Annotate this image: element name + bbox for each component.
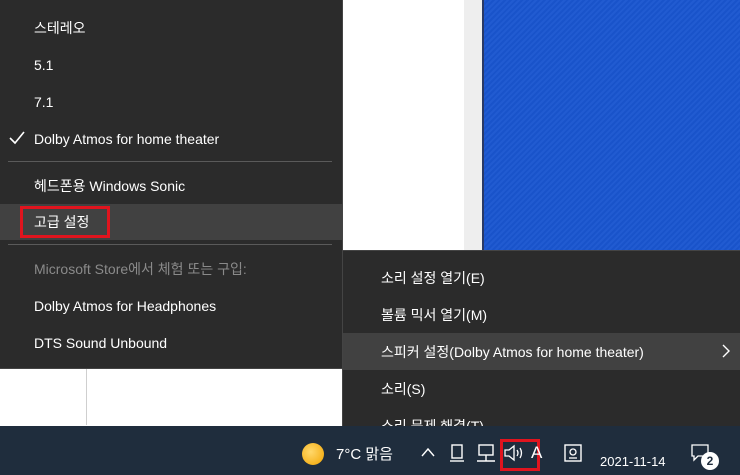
menu-item-label: 스테레오 [34, 20, 86, 36]
menu-item-dts-sound-unbound[interactable]: DTS Sound Unbound [0, 325, 342, 361]
menu-item-windows-sonic[interactable]: 헤드폰용 Windows Sonic [0, 168, 342, 204]
menu-item-open-volume-mixer[interactable]: 볼륨 믹서 열기(M) [343, 296, 740, 333]
device-icon[interactable] [448, 443, 466, 463]
menu-item-stereo[interactable]: 스테레오 [0, 10, 342, 46]
menu-item-label: Dolby Atmos for home theater [34, 131, 220, 147]
notification-count-badge: 2 [701, 452, 719, 470]
background-window-lower [0, 369, 342, 425]
sun-icon[interactable] [302, 443, 324, 465]
store-header-label: Microsoft Store에서 체험 또는 구입: [34, 261, 247, 277]
clock-date[interactable]: 2021-11-14 [600, 454, 666, 469]
volume-context-menu: 소리 설정 열기(E) 볼륨 믹서 열기(M) 스피커 설정(Dolby Atm… [342, 250, 740, 434]
weather-temperature[interactable]: 7°C 맑음 [336, 443, 393, 464]
checkmark-icon [9, 131, 25, 145]
ime-indicator[interactable]: A [531, 443, 542, 463]
menu-separator [8, 244, 332, 245]
menu-item-5-1[interactable]: 5.1 [0, 47, 342, 83]
menu-item-sounds[interactable]: 소리(S) [343, 370, 740, 407]
store-header: Microsoft Store에서 체험 또는 구입: [0, 251, 342, 287]
menu-item-dolby-atmos-headphones[interactable]: Dolby Atmos for Headphones [0, 288, 342, 324]
network-icon[interactable] [474, 443, 496, 463]
menu-item-label: 소리(S) [381, 380, 426, 397]
menu-item-label: 5.1 [34, 57, 54, 73]
menu-item-label: Dolby Atmos for Headphones [34, 298, 217, 314]
menu-item-speaker-settings[interactable]: 스피커 설정(Dolby Atmos for home theater) [343, 333, 740, 370]
menu-item-label: 헤드폰용 Windows Sonic [34, 178, 186, 194]
menu-separator [8, 161, 332, 162]
spatial-sound-menu: 스테레오 5.1 7.1 Dolby Atmos for home theate… [0, 0, 343, 369]
menu-item-label: 볼륨 믹서 열기(M) [381, 306, 488, 323]
background-window [342, 0, 464, 250]
menu-item-open-sound-settings[interactable]: 소리 설정 열기(E) [343, 259, 740, 296]
background-divider [86, 369, 87, 425]
desktop-wallpaper [484, 0, 740, 250]
menu-item-label: 스피커 설정(Dolby Atmos for home theater) [381, 343, 644, 360]
menu-item-dolby-atmos-home-theater[interactable]: Dolby Atmos for home theater [0, 121, 342, 157]
chevron-right-icon [722, 344, 730, 358]
menu-item-label: 7.1 [34, 94, 54, 110]
menu-item-7-1[interactable]: 7.1 [0, 84, 342, 120]
highlight-box-advanced-settings [20, 206, 110, 238]
menu-item-label: 소리 설정 열기(E) [381, 269, 485, 286]
chevron-up-icon[interactable] [420, 445, 436, 461]
ime-mode-icon[interactable] [563, 443, 583, 463]
background-window-border [464, 0, 484, 250]
menu-item-label: DTS Sound Unbound [34, 335, 168, 351]
